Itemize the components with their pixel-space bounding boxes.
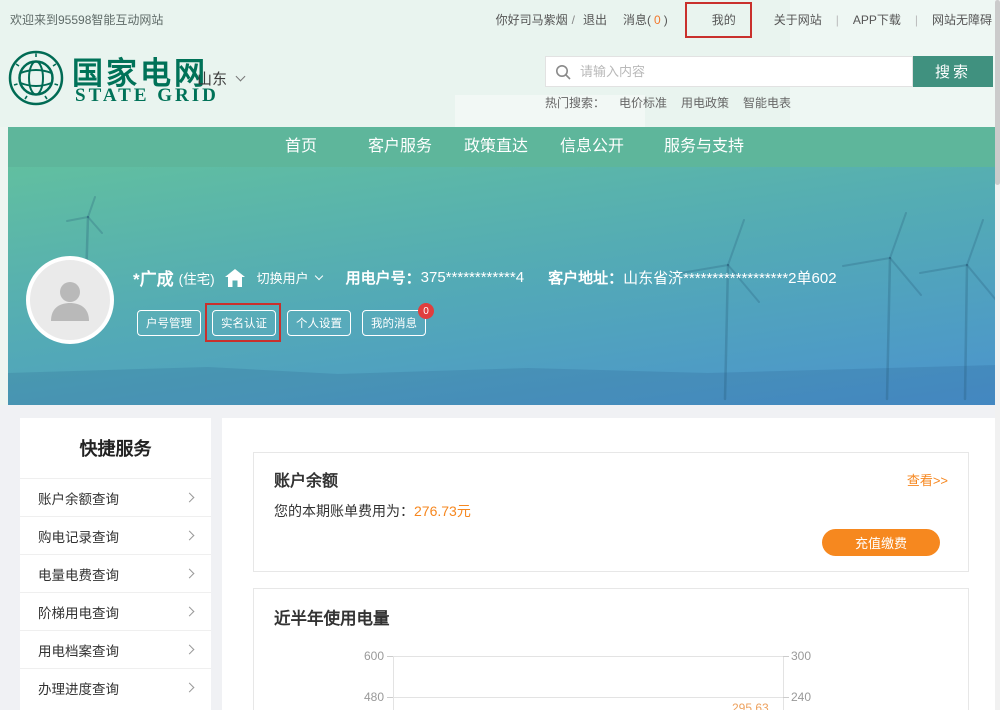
scrollbar-thumb[interactable] [995,0,1000,185]
nav-item-policy[interactable]: 政策直达 [464,127,528,167]
axis-tick-mark [387,697,393,698]
account-action-buttons: 户号管理 实名认证 个人设置 我的消息 0 [137,310,437,336]
chevron-right-icon [185,645,195,655]
search-button[interactable]: 搜索 [913,56,993,87]
search-icon [554,63,572,81]
nav-item-home[interactable]: 首页 [285,127,317,167]
real-name-verification-button-highlighted[interactable]: 实名认证 [212,310,276,336]
chart-left-axis [393,656,394,710]
user-banner: *广成 (住宅) 切换用户 用电户号： 375************4 客户地… [8,167,996,405]
my-account-link-highlighted[interactable]: 我的 [712,11,736,28]
chart-gridline [393,656,783,657]
nav-item-customer-service[interactable]: 客户服务 [368,127,432,167]
axis-tick-mark [783,697,789,698]
region-selector[interactable]: 山东 [197,68,244,89]
chevron-right-icon [185,569,195,579]
usage-chart-card: 近半年使用电量 600 480 300 240 295.63 [253,588,969,710]
address-value: 山东省济******************2单602 [623,267,836,288]
hot-keyword[interactable]: 智能电表 [743,94,791,111]
sidebar-item-balance-query[interactable]: 账户余额查询 [20,478,211,516]
axis-tick-mark [387,656,393,657]
hot-keyword[interactable]: 用电政策 [681,94,729,111]
axis-tick-mark [783,656,789,657]
bill-amount-line: 您的本期账单费用为：276.73元 [274,501,471,521]
person-icon [43,273,97,327]
app-download-link[interactable]: APP下载 [853,11,901,28]
account-manage-button[interactable]: 户号管理 [137,310,201,336]
left-axis-tick: 480 [350,690,384,704]
topbar-divider: | [915,13,918,27]
state-grid-emblem-icon [8,50,64,106]
accessibility-link[interactable]: 网站无障碍 [932,11,992,28]
sidebar-item-progress-query[interactable]: 办理进度查询 [20,668,211,706]
search-input[interactable] [572,64,912,79]
switch-user-button[interactable]: 切换用户 [257,268,322,287]
hot-search-label: 热门搜索： [545,94,605,111]
recharge-pay-button[interactable]: 充值缴费 [822,529,940,556]
messages-link[interactable]: 消息(0) [623,11,668,28]
user-name: *广成 [133,265,174,290]
my-messages-button[interactable]: 我的消息 0 [362,310,426,336]
chevron-down-icon [236,72,246,82]
right-axis-tick: 300 [791,649,811,663]
nav-item-info-disclosure[interactable]: 信息公开 [560,127,624,167]
left-axis-tick: 600 [350,649,384,663]
sidebar-title: 快捷服务 [20,418,211,478]
welcome-text: 欢迎来到95598智能互动网站 [10,11,163,28]
chevron-right-icon [185,493,195,503]
topbar-links: 你好司马紫烟 / 退出 消息(0) 我的 关于网站 | APP下载 | 网站无障… [496,11,992,28]
sidebar-item-archive-query[interactable]: 用电档案查询 [20,630,211,668]
sidebar-item-purchase-records[interactable]: 购电记录查询 [20,516,211,554]
user-greeting-link[interactable]: 你好司马紫烟 [496,11,568,28]
chevron-right-icon [185,531,195,541]
hot-search-row: 热门搜索： 电价标准 用电政策 智能电表 [545,94,791,111]
usage-chart-title: 近半年使用电量 [274,605,390,629]
about-site-link[interactable]: 关于网站 [774,11,822,28]
chevron-right-icon [185,683,195,693]
chart-data-label: 295.63 [732,701,769,710]
chevron-right-icon [185,607,195,617]
bill-amount-value: 276.73元 [414,503,471,519]
topbar-divider: | [836,13,839,27]
right-axis-tick: 240 [791,690,811,704]
messages-count: 0 [654,13,661,27]
view-more-link[interactable]: 查看>> [907,470,948,489]
chart-right-axis [783,656,784,710]
user-type: (住宅) [179,268,215,288]
account-balance-card: 账户余额 查看>> 您的本期账单费用为：276.73元 充值缴费 [253,452,969,572]
nav-item-service-support[interactable]: 服务与支持 [664,127,744,167]
chart-gridline [393,697,783,698]
account-number-label: 用电户号： [346,267,421,288]
chevron-down-icon [314,272,322,280]
message-count-badge: 0 [418,303,434,319]
greeting-separator: / [572,13,575,27]
sidebar-item-tiered-usage-query[interactable]: 阶梯用电查询 [20,592,211,630]
hot-keyword[interactable]: 电价标准 [619,94,667,111]
search-box [545,56,913,87]
user-avatar[interactable] [26,256,114,344]
site-header: 欢迎来到95598智能互动网站 你好司马紫烟 / 退出 消息(0) 我的 关于网… [0,0,1000,127]
state-grid-portal: 欢迎来到95598智能互动网站 你好司马紫烟 / 退出 消息(0) 我的 关于网… [0,0,1000,710]
main-nav: 首页 客户服务 政策直达 信息公开 服务与支持 [8,127,996,167]
address-label: 客户地址： [548,267,623,288]
account-number-value: 375************4 [421,269,524,286]
logout-link[interactable]: 退出 [583,11,607,28]
user-info-row: *广成 (住宅) 切换用户 用电户号： 375************4 客户地… [133,265,837,290]
sidebar-item-usage-fee-query[interactable]: 电量电费查询 [20,554,211,592]
home-icon [224,268,246,288]
balance-card-title: 账户余额 [274,467,338,491]
personal-settings-button[interactable]: 个人设置 [287,310,351,336]
quick-services-sidebar: 快捷服务 账户余额查询 购电记录查询 电量电费查询 阶梯用电查询 用电档案查询 … [20,418,211,710]
